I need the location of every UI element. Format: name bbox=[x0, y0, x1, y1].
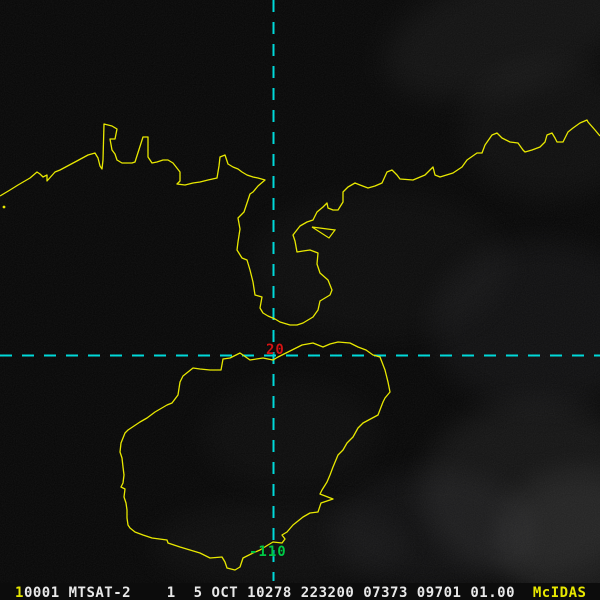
satellite-image-display[interactable]: 20 -110 10001 MTSAT-2 1 5 OCT 10278 2232… bbox=[0, 0, 600, 600]
status-segment: McIDAS bbox=[532, 585, 587, 600]
status-segment: 0001 MTSAT-2 1 5 OCT 10278 223200 07373 … bbox=[23, 585, 533, 600]
longitude-label: -110 bbox=[249, 544, 287, 560]
map-overlay bbox=[0, 0, 600, 581]
status-bar: 10001 MTSAT-2 1 5 OCT 10278 223200 07373… bbox=[0, 583, 600, 600]
status-segment: 1 bbox=[15, 585, 24, 600]
coastline-dot bbox=[2, 205, 6, 209]
mainland-coastline bbox=[0, 119, 600, 326]
islet-coastline bbox=[311, 226, 337, 239]
hainan-island-coastline bbox=[119, 341, 391, 571]
latitude-label: 20 bbox=[266, 342, 285, 358]
status-bar-text: 10001 MTSAT-2 1 5 OCT 10278 223200 07373… bbox=[15, 582, 586, 600]
